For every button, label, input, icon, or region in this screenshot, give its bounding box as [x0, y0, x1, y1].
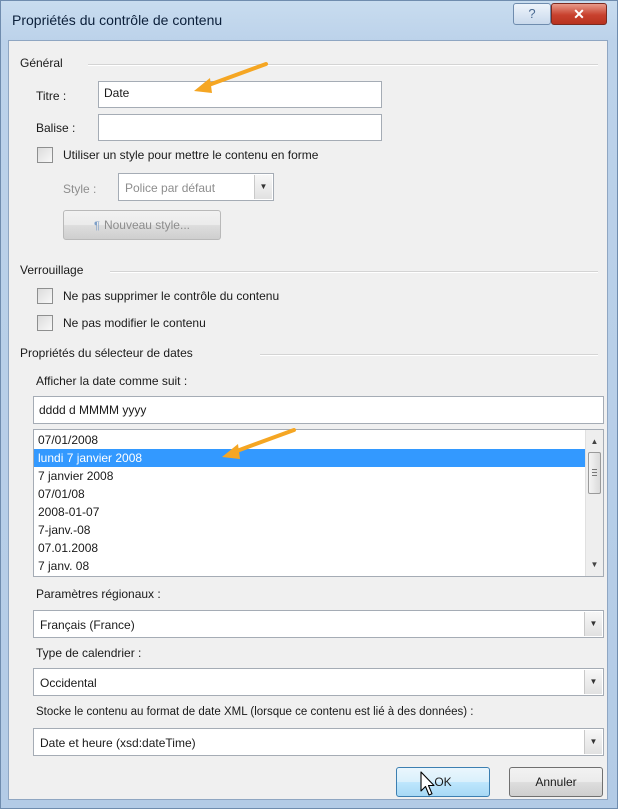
- date-format-input[interactable]: dddd d MMMM yyyy: [33, 396, 604, 424]
- chevron-down-icon[interactable]: ▼: [584, 670, 602, 694]
- list-item[interactable]: 07.01.2008: [34, 539, 603, 557]
- title-label: Titre :: [36, 89, 67, 103]
- xml-select-value: Date et heure (xsd:dateTime): [40, 736, 196, 750]
- tag-label: Balise :: [36, 121, 76, 135]
- ok-button[interactable]: OK: [396, 767, 490, 797]
- chevron-down-icon[interactable]: ▼: [584, 730, 602, 754]
- locale-select[interactable]: Français (France) ▼: [33, 610, 604, 638]
- xml-label: Stocke le contenu au format de date XML …: [36, 706, 474, 718]
- list-item[interactable]: 7-janv.-08: [34, 521, 603, 539]
- calendar-label: Type de calendrier :: [36, 646, 142, 660]
- style-select[interactable]: Police par défaut ▼: [118, 173, 274, 201]
- style-select-value: Police par défaut: [125, 181, 216, 195]
- display-label: Afficher la date comme suit :: [36, 374, 188, 388]
- list-item[interactable]: lundi 7 janvier 2008: [34, 449, 603, 467]
- calendar-select[interactable]: Occidental ▼: [33, 668, 604, 696]
- list-item[interactable]: 2008-01-07: [34, 503, 603, 521]
- locale-label: Paramètres régionaux :: [36, 587, 161, 601]
- annotation-arrow-icon: [194, 62, 268, 93]
- no-edit-checkbox[interactable]: [37, 315, 53, 331]
- new-style-icon: ¶: [94, 220, 100, 232]
- cancel-button[interactable]: Annuler: [509, 767, 603, 797]
- list-item[interactable]: 7 janvier 2008: [34, 467, 603, 485]
- general-separator: [88, 64, 598, 66]
- general-section-label: Général: [20, 56, 69, 70]
- help-button[interactable]: ?: [513, 3, 551, 25]
- xml-select[interactable]: Date et heure (xsd:dateTime) ▼: [33, 728, 604, 756]
- mouse-cursor-icon: [420, 771, 435, 796]
- no-edit-label: Ne pas modifier le contenu: [63, 316, 206, 330]
- use-style-checkbox[interactable]: [37, 147, 53, 163]
- list-item[interactable]: 7 janv. 08: [34, 557, 603, 575]
- chevron-down-icon[interactable]: ▼: [584, 612, 602, 636]
- calendar-select-value: Occidental: [40, 676, 97, 690]
- no-delete-checkbox[interactable]: [37, 288, 53, 304]
- scroll-down-icon[interactable]: ▼: [586, 556, 603, 573]
- locking-separator: [110, 271, 598, 273]
- tag-input[interactable]: [98, 114, 382, 141]
- list-item[interactable]: 07/01/08: [34, 485, 603, 503]
- new-style-label: Nouveau style...: [103, 218, 190, 232]
- annotation-arrow-icon: [222, 428, 296, 459]
- date-separator: [260, 354, 598, 356]
- list-item[interactable]: 07/01/2008: [34, 431, 603, 449]
- style-label: Style :: [63, 182, 97, 196]
- use-style-label: Utiliser un style pour mettre le contenu…: [63, 148, 319, 162]
- close-button[interactable]: ✕: [551, 3, 607, 25]
- new-style-button[interactable]: ¶ Nouveau style...: [63, 210, 221, 240]
- locking-section-label: Verrouillage: [20, 263, 90, 277]
- locale-select-value: Français (France): [40, 618, 135, 632]
- window-title: Propriétés du contrôle de contenu: [12, 12, 223, 28]
- scroll-up-icon[interactable]: ▲: [586, 433, 603, 450]
- date-section-label: Propriétés du sélecteur de dates: [20, 346, 199, 360]
- scroll-thumb[interactable]: [588, 452, 601, 494]
- no-delete-label: Ne pas supprimer le contrôle du contenu: [63, 289, 280, 303]
- date-format-list[interactable]: 07/01/2008 lundi 7 janvier 2008 7 janvier …: [33, 429, 604, 577]
- chevron-down-icon[interactable]: ▼: [254, 175, 272, 199]
- list-scrollbar[interactable]: ▲ ▼: [585, 430, 603, 576]
